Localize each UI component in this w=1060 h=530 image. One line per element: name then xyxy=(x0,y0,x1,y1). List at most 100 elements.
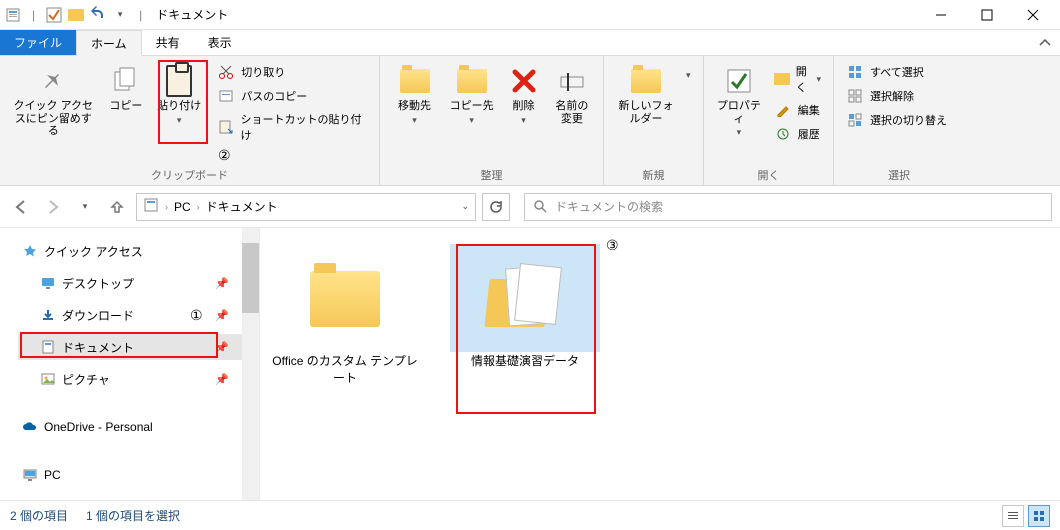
pc-icon xyxy=(22,467,38,483)
documents-icon xyxy=(143,197,159,216)
selectnone-button[interactable]: 選択解除 xyxy=(844,86,949,106)
sidebar-item-downloads[interactable]: ダウンロード 📌 xyxy=(18,302,255,328)
new-item-dropdown[interactable]: ▾ xyxy=(686,70,691,81)
delete-button[interactable]: 削除 ▾ xyxy=(504,62,543,127)
app-icon xyxy=(4,6,22,24)
chevron-down-icon: ▾ xyxy=(469,115,474,125)
history-icon xyxy=(774,125,792,143)
scrollbar-thumb[interactable] xyxy=(242,243,259,313)
properties-button[interactable]: プロパティ ▾ xyxy=(714,62,764,140)
sidebar-item-quickaccess[interactable]: クイック アクセス xyxy=(18,238,255,264)
rename-label: 名前の変更 xyxy=(553,100,591,125)
open-button[interactable]: 開く▾ xyxy=(772,62,823,96)
open-icon xyxy=(774,70,790,88)
moveto-button[interactable]: 移動先 ▾ xyxy=(390,62,439,127)
maximize-button[interactable] xyxy=(964,1,1010,29)
pin-icon: 📌 xyxy=(215,373,229,386)
moveto-icon xyxy=(398,64,432,98)
selectall-icon xyxy=(846,63,864,81)
search-box[interactable]: ドキュメントの検索 xyxy=(524,193,1052,221)
tab-file[interactable]: ファイル xyxy=(0,30,76,55)
sidebar-item-pc[interactable]: PC xyxy=(18,462,255,488)
group-label-clipboard: クリップボード xyxy=(10,165,369,183)
delete-label: 削除 xyxy=(513,100,535,113)
divider: | xyxy=(139,8,142,22)
pasteshortcut-label: ショートカットの貼り付け xyxy=(241,111,367,143)
edit-button[interactable]: 編集 xyxy=(772,100,823,120)
annotation-box-2 xyxy=(158,60,208,144)
recent-dropdown[interactable]: ▾ xyxy=(72,194,98,220)
ribbon-collapse-button[interactable] xyxy=(1030,30,1060,55)
history-button[interactable]: 履歴 xyxy=(772,124,823,144)
status-selected-count: 1 個の項目を選択 xyxy=(86,507,180,524)
tab-view[interactable]: 表示 xyxy=(194,30,246,55)
onedrive-icon xyxy=(22,419,38,435)
rename-button[interactable]: 名前の変更 xyxy=(551,62,593,127)
copypath-button[interactable]: パスのコピー xyxy=(215,86,369,106)
cut-label: 切り取り xyxy=(241,64,285,80)
search-icon xyxy=(533,199,549,215)
chevron-down-icon: ▾ xyxy=(521,115,526,125)
cut-button[interactable]: 切り取り xyxy=(215,62,369,82)
pasteshortcut-button[interactable]: ショートカットの貼り付け xyxy=(215,110,369,144)
chevron-right-icon[interactable]: › xyxy=(197,202,200,212)
sidebar-item-pictures[interactable]: ピクチャ 📌 xyxy=(18,366,255,392)
annotation-number-1: ① xyxy=(190,308,203,325)
invert-label: 選択の切り替え xyxy=(870,112,947,128)
breadcrumb-documents[interactable]: ドキュメント xyxy=(206,198,278,215)
download-icon xyxy=(40,307,56,323)
copypath-label: パスのコピー xyxy=(241,88,307,104)
folder-icon xyxy=(67,6,85,24)
copyto-button[interactable]: コピー先 ▾ xyxy=(447,62,496,127)
properties-label: プロパティ xyxy=(716,100,762,125)
sidebar-label: デスクトップ xyxy=(62,275,134,292)
invert-icon xyxy=(846,111,864,129)
back-button[interactable] xyxy=(8,194,34,220)
minimize-button[interactable] xyxy=(918,1,964,29)
tab-share[interactable]: 共有 xyxy=(142,30,194,55)
tab-home[interactable]: ホーム xyxy=(76,30,142,56)
file-item-office-templates[interactable]: Office のカスタム テンプレート xyxy=(270,244,420,386)
chevron-right-icon[interactable]: › xyxy=(165,202,168,212)
view-icons-button[interactable] xyxy=(1028,505,1050,527)
open-label: 開く xyxy=(796,63,811,95)
properties-icon xyxy=(722,64,756,98)
newfolder-icon xyxy=(629,64,663,98)
file-item-exercise-data[interactable]: 情報基礎演習データ xyxy=(450,244,600,369)
annotation-box-3 xyxy=(456,244,596,414)
breadcrumb-pc[interactable]: PC xyxy=(174,200,191,214)
sidebar-label: OneDrive - Personal xyxy=(44,420,153,434)
search-placeholder: ドキュメントの検索 xyxy=(555,198,663,215)
chevron-down-icon[interactable]: ⌄ xyxy=(461,201,469,212)
view-details-button[interactable] xyxy=(1002,505,1024,527)
sidebar-item-onedrive[interactable]: OneDrive - Personal xyxy=(18,414,255,440)
copy-icon xyxy=(109,64,143,98)
sidebar-item-desktop[interactable]: デスクトップ 📌 xyxy=(18,270,255,296)
pin-label: クイック アクセスにピン留めする xyxy=(12,100,95,138)
divider: | xyxy=(32,8,35,22)
selectall-button[interactable]: すべて選択 xyxy=(844,62,949,82)
star-icon xyxy=(22,243,38,259)
annotation-number-3: ③ xyxy=(606,238,619,255)
sidebar-label: ダウンロード xyxy=(62,307,134,324)
checkbox-icon[interactable] xyxy=(45,6,63,24)
up-button[interactable] xyxy=(104,194,130,220)
delete-icon xyxy=(507,64,541,98)
invert-button[interactable]: 選択の切り替え xyxy=(844,110,949,130)
selectnone-icon xyxy=(846,87,864,105)
qat-dropdown[interactable]: ▾ xyxy=(111,6,129,24)
pin-quickaccess-button[interactable]: クイック アクセスにピン留めする xyxy=(10,62,97,140)
refresh-button[interactable] xyxy=(482,193,510,221)
annotation-number-2: ② xyxy=(218,148,231,165)
newfolder-button[interactable]: 新しいフォルダー xyxy=(614,62,678,127)
copy-button[interactable]: コピー xyxy=(105,62,147,115)
group-label-open: 開く xyxy=(714,165,823,183)
scissors-icon xyxy=(217,63,235,81)
copy-label: コピー xyxy=(109,100,142,113)
forward-button[interactable] xyxy=(40,194,66,220)
sidebar-label: ピクチャ xyxy=(62,371,110,388)
undo-icon[interactable] xyxy=(89,6,107,24)
edit-icon xyxy=(774,101,792,119)
close-button[interactable] xyxy=(1010,1,1056,29)
address-bar[interactable]: › PC › ドキュメント ⌄ xyxy=(136,193,476,221)
